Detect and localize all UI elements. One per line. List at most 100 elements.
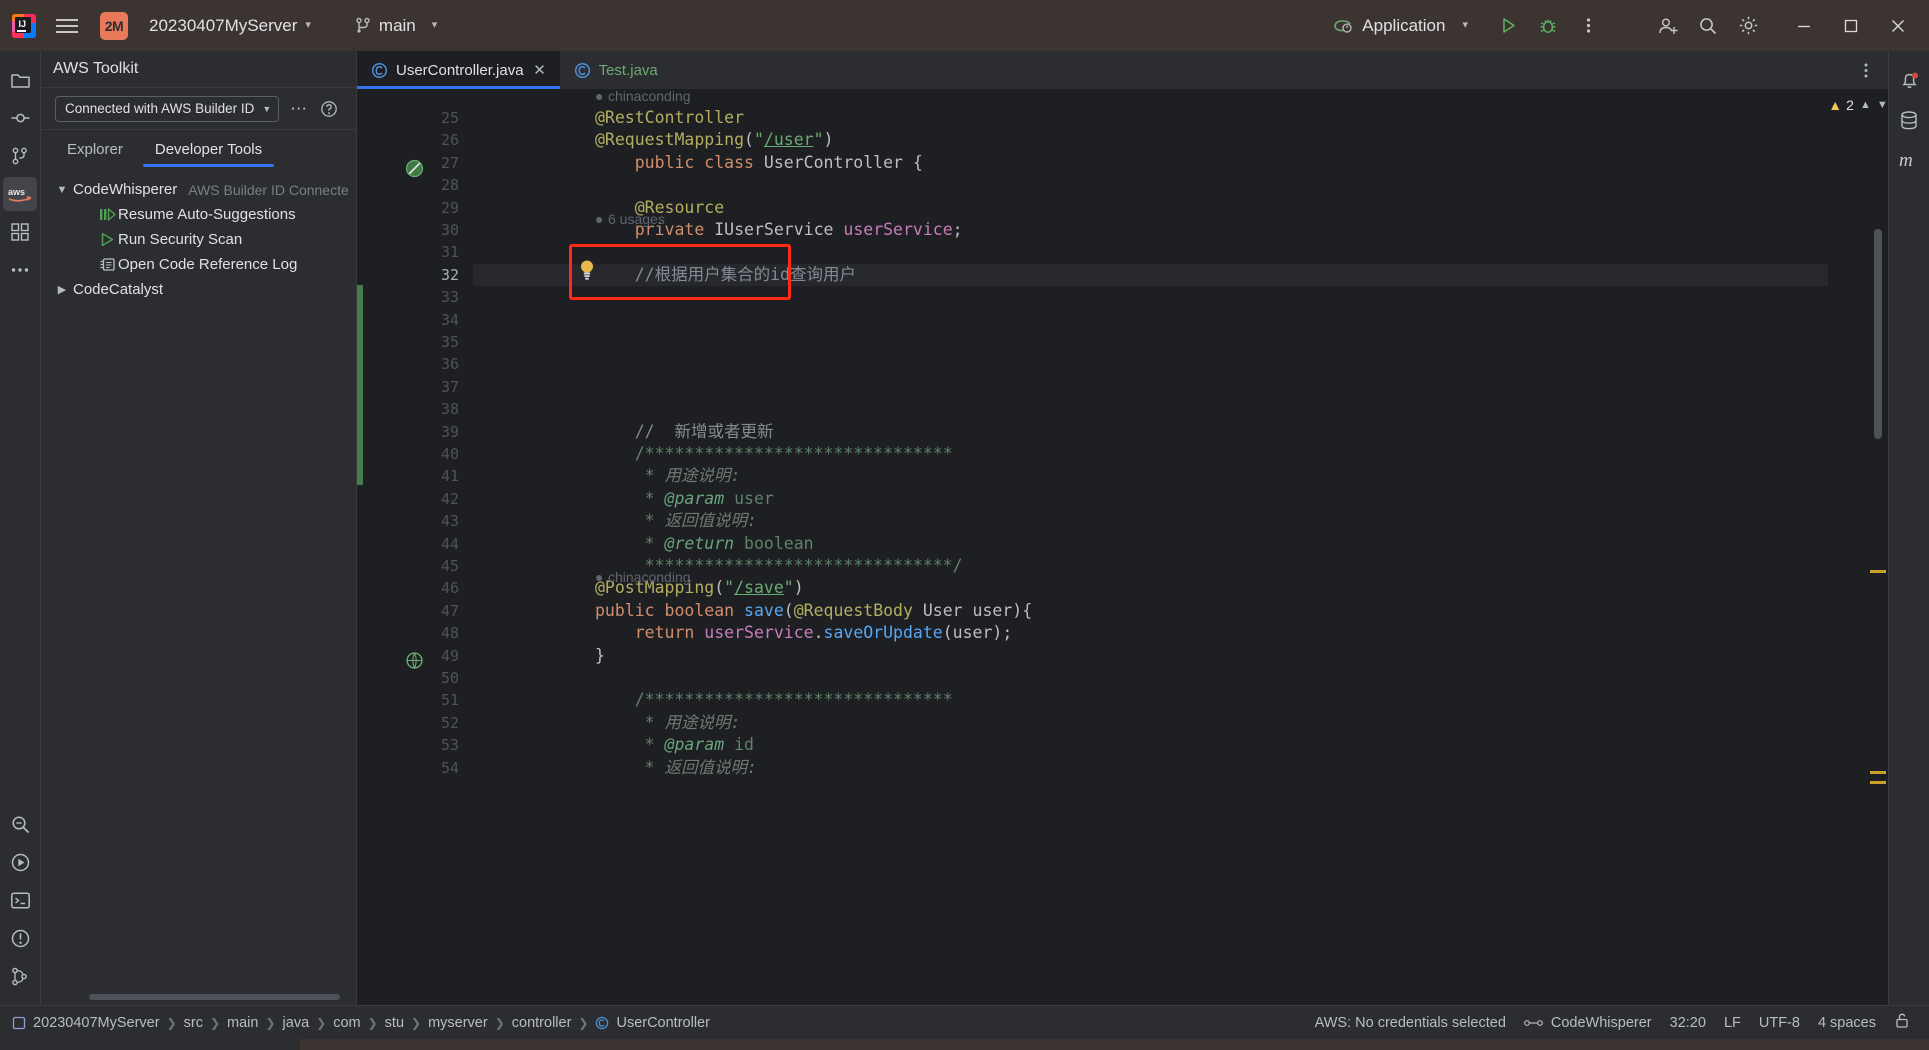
warning-marker[interactable] (1870, 771, 1886, 774)
code-line[interactable] (473, 241, 595, 263)
more-tool-windows-button[interactable] (3, 253, 37, 287)
branch-button[interactable]: main ▾ (347, 12, 445, 40)
caret-position[interactable]: 32:20 (1661, 1012, 1715, 1034)
minimize-button[interactable] (1780, 1, 1827, 51)
editor-scrollbar-thumb[interactable] (1874, 229, 1882, 439)
codewhisperer-status[interactable]: CodeWhisperer (1515, 1012, 1661, 1034)
run-tool-button[interactable] (3, 845, 37, 879)
database-button[interactable] (1892, 103, 1926, 137)
notifications-button[interactable] (1892, 63, 1926, 97)
code-line[interactable]: } (473, 645, 605, 667)
code-line[interactable] (473, 353, 595, 375)
maven-button[interactable]: m (1892, 143, 1926, 177)
project-tool-button[interactable] (3, 63, 37, 97)
code-line[interactable]: public boolean save(@RequestBody User us… (473, 600, 1032, 622)
code-line[interactable]: /******************************* (473, 443, 953, 465)
code-line[interactable] (473, 286, 595, 308)
inspection-next-button[interactable]: ▼ (1877, 99, 1888, 111)
editor-tab-usercontroller[interactable]: UserController.java ✕ (357, 51, 560, 89)
editor-options-button[interactable] (1852, 56, 1880, 84)
code-line[interactable]: @RestController (473, 107, 744, 129)
aws-credentials-status[interactable]: AWS: No credentials selected (1306, 1012, 1515, 1034)
breadcrumb-stu[interactable]: stu (381, 1015, 408, 1031)
line-separator[interactable]: LF (1715, 1012, 1750, 1034)
project-name-button[interactable]: 20230407MyServer ▾ (141, 12, 319, 40)
close-icon[interactable]: ✕ (532, 61, 548, 79)
sidebar-item-aws-toolkit[interactable]: aws (3, 177, 37, 211)
breadcrumb-java[interactable]: java (279, 1015, 314, 1031)
breadcrumb-main[interactable]: main (223, 1015, 262, 1031)
pull-requests-button[interactable] (3, 139, 37, 173)
editor-gutter[interactable]: 2526272829303132333435363738394041424344… (363, 89, 473, 1005)
more-actions-button[interactable] (1568, 7, 1608, 45)
breadcrumb-project[interactable]: 20230407MyServer (8, 1015, 164, 1031)
maximize-button[interactable] (1827, 1, 1874, 51)
code-line[interactable]: * 返回值说明: (473, 757, 757, 779)
tab-explorer[interactable]: Explorer (51, 141, 139, 167)
file-encoding[interactable]: UTF-8 (1750, 1012, 1809, 1034)
code-line[interactable]: * 用途说明: (473, 712, 740, 734)
code-line[interactable]: /******************************* (473, 689, 953, 711)
tool-window-options-button[interactable]: ⋯ (287, 99, 311, 119)
code-line[interactable] (473, 309, 595, 331)
commit-tool-button[interactable] (3, 101, 37, 135)
code-line[interactable] (473, 174, 595, 196)
code-line[interactable]: public class UserController { (473, 152, 923, 174)
vcs-author-hint[interactable]: ●chinaconding (473, 566, 691, 588)
code-line[interactable]: * @return boolean (473, 533, 814, 555)
chevron-right-icon[interactable]: ▶ (51, 283, 73, 296)
search-everywhere-button[interactable] (1688, 7, 1728, 45)
code-line[interactable]: * 返回值说明: (473, 510, 757, 532)
scrollbar-thumb[interactable] (89, 994, 340, 1000)
run-button[interactable] (1488, 7, 1528, 45)
inspection-summary[interactable]: ▲ 2 ▲ ▼ (1828, 97, 1887, 113)
breadcrumb-usercontroller[interactable]: UserController (591, 1015, 713, 1031)
intention-bulb-icon[interactable] (579, 259, 595, 281)
inspection-prev-button[interactable]: ▲ (1860, 99, 1871, 111)
readonly-toggle[interactable] (1885, 1009, 1919, 1036)
debug-button[interactable] (1528, 7, 1568, 45)
indent-setting[interactable]: 4 spaces (1809, 1012, 1885, 1034)
aws-connection-selector[interactable]: Connected with AWS Builder ID ▼ (55, 96, 279, 122)
code-line[interactable] (473, 398, 595, 420)
tool-window-horizontal-scrollbar[interactable] (41, 993, 356, 1005)
code-line[interactable]: // 新增或者更新 (473, 421, 774, 443)
code-line[interactable]: * @param id (473, 734, 754, 756)
git-tool-button[interactable] (3, 959, 37, 993)
vcs-author-hint[interactable]: ●chinaconding (473, 89, 691, 107)
main-menu-button[interactable] (50, 9, 84, 43)
code-line[interactable]: @RequestMapping("/user") (473, 129, 833, 151)
code-content[interactable]: @RestController@RequestMapping("/user") … (473, 89, 1828, 1005)
tab-developer-tools[interactable]: Developer Tools (139, 141, 278, 167)
settings-button[interactable] (1728, 7, 1768, 45)
close-button[interactable] (1874, 1, 1921, 51)
help-button[interactable] (319, 99, 339, 119)
web-mapping-gutter-icon[interactable] (405, 651, 424, 670)
code-line[interactable]: //根据用户集合的id查询用户 (473, 264, 856, 286)
warning-marker[interactable] (1870, 570, 1886, 573)
code-line[interactable]: return userService.saveOrUpdate(user); (473, 622, 1012, 644)
breadcrumb-com[interactable]: com (329, 1015, 364, 1031)
code-line[interactable] (473, 667, 595, 689)
run-configuration-selector[interactable]: Application ▾ (1325, 12, 1478, 40)
tree-node-resume-auto-suggestions[interactable]: Resume Auto-Suggestions (41, 202, 356, 227)
code-line[interactable] (473, 331, 595, 353)
code-line[interactable] (473, 376, 595, 398)
breadcrumb-myserver[interactable]: myserver (424, 1015, 492, 1031)
chevron-down-icon[interactable]: ▼ (51, 184, 73, 196)
tree-node-codewhisperer[interactable]: ▼ CodeWhisperer AWS Builder ID Connecte (41, 177, 356, 202)
code-line[interactable]: * @param user (473, 488, 774, 510)
editor-tab-test[interactable]: Test.java (560, 51, 670, 89)
usages-hint[interactable]: ●6 usages (473, 208, 665, 230)
tree-node-open-code-reference-log[interactable]: Open Code Reference Log (41, 252, 356, 277)
add-account-button[interactable] (1648, 7, 1688, 45)
breadcrumb-src[interactable]: src (180, 1015, 207, 1031)
bean-gutter-icon[interactable] (405, 159, 424, 178)
breadcrumb-controller[interactable]: controller (508, 1015, 576, 1031)
code-line[interactable]: * 用途说明: (473, 465, 740, 487)
warning-marker[interactable] (1870, 781, 1886, 784)
terminal-tool-button[interactable] (3, 883, 37, 917)
find-tool-button[interactable] (3, 807, 37, 841)
tree-node-run-security-scan[interactable]: Run Security Scan (41, 227, 356, 252)
tree-node-codecatalyst[interactable]: ▶ CodeCatalyst (41, 277, 356, 302)
